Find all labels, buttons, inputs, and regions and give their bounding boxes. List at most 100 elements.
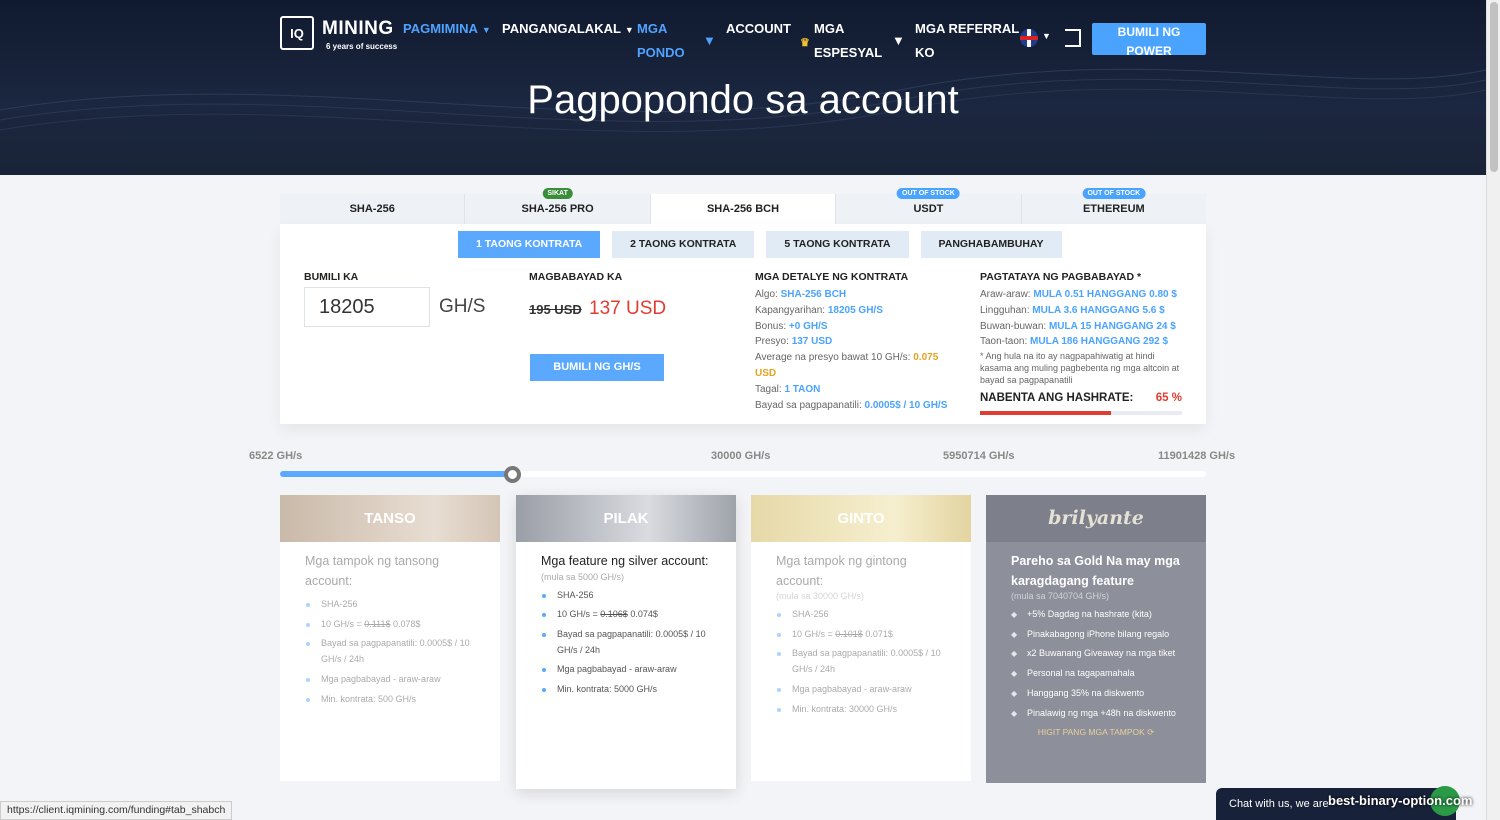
tab-sha256-bch[interactable]: SHA-256 BCH <box>650 194 837 224</box>
buy-power-button[interactable]: BUMILI NG POWER <box>1092 23 1206 58</box>
tab-sha256-pro[interactable]: SIKAT SHA-256 PRO <box>465 188 651 224</box>
sold-percent: 65 % <box>1155 392 1182 404</box>
list-item: Bayad sa pagpapanatili: 0.0005$ / 10 GH/… <box>305 636 475 667</box>
list-item: x2 Buwanang Giveaway na mga tiket <box>1011 646 1181 662</box>
brilliant-card-sub: (mula sa 7040704 GH/s) <box>1011 591 1110 601</box>
tab-1-year-contract[interactable]: 1 TAONG KONTRATA <box>458 231 601 258</box>
list-item: Mga pagbabayad - araw-araw <box>776 682 946 698</box>
nav-funds-label-1: MGA <box>637 21 668 36</box>
buy-hashrate-button[interactable]: BUMILI NG GH/S <box>530 354 664 381</box>
list-item: Bayad sa pagpapanatili: 0.0005$ / 10 GH/… <box>541 627 711 658</box>
list-item: Hanggang 35% na diskwento <box>1011 686 1181 702</box>
status-url: https://client.iqmining.com/funding#tab_… <box>0 801 233 820</box>
list-item: SHA-256 <box>305 597 475 613</box>
rate-old: 0.101$ <box>835 628 863 639</box>
chevron-down-icon: ▼ <box>624 25 634 35</box>
scrollbar[interactable] <box>1486 0 1500 820</box>
detail-label: Bonus: <box>755 320 787 332</box>
rate-old: 0.111$ <box>364 618 391 629</box>
estimate-label: Araw-araw: <box>980 289 1031 300</box>
list-item: Min. kontrata: 5000 GH/s <box>541 682 711 698</box>
tab-2-year-contract[interactable]: 2 TAONG KONTRATA <box>612 231 755 258</box>
list-item: SHA-256 <box>776 607 946 623</box>
brilliant-feature-list: +5% Dagdag na hashrate (kita) Pinakabago… <box>986 601 1206 721</box>
estimate-label: Buwan-buwan: <box>980 320 1047 332</box>
bronze-card-title: Mga tampok ng tansong account: <box>305 554 440 588</box>
rate-new: 0.071$ <box>862 628 893 639</box>
rate-prefix: 10 GH/s = <box>792 628 836 639</box>
estimate-value: MULA 0.51 HANGGANG 0.80 $ <box>1033 289 1177 300</box>
detail-label: Presyo: <box>755 336 789 348</box>
nav-trading[interactable]: PANGANGALAKAL ▼ <box>502 17 634 42</box>
gold-card-header: GINTO <box>751 495 971 542</box>
logo[interactable]: IQ MINING 6 years of success <box>280 16 410 56</box>
nav-account[interactable]: ACCOUNT <box>726 17 791 41</box>
detail-label: Kapangyarihan: <box>755 304 826 316</box>
slider-tick: 5950714 GH/s <box>943 450 1015 462</box>
slider-handle[interactable] <box>503 466 521 483</box>
scrollbar-thumb[interactable] <box>1490 2 1498 172</box>
logo-brand: MINING <box>322 18 394 39</box>
estimate-note: * Ang hula na ito ay nagpapahiwatig at h… <box>980 351 1180 386</box>
rate-prefix: 10 GH/s = <box>321 618 365 629</box>
list-item: 10 GH/s = 0.106$ 0.074$ <box>541 607 711 623</box>
list-item: Min. kontrata: 30000 GH/s <box>776 702 946 718</box>
chevron-down-icon: ▼ <box>703 33 716 48</box>
list-item: Pinakabagong iPhone bilang regalo <box>1011 627 1181 643</box>
tab-label: SHA-256 BCH <box>706 203 780 215</box>
tab-5-year-contract[interactable]: 5 TAONG KONTRATA <box>766 231 909 258</box>
tab-usdt[interactable]: OUT OF STOCK USDT <box>836 188 1022 224</box>
tab-label: SHA-256 PRO <box>521 203 594 215</box>
sold-progress-fill <box>980 411 1112 415</box>
gold-card-sub: (mula sa 30000 GH/s) <box>776 591 865 601</box>
list-item: Min. kontrata: 500 GH/s <box>305 692 475 708</box>
out-of-stock-badge: OUT OF STOCK <box>1082 188 1146 199</box>
uk-flag-icon[interactable] <box>1020 29 1038 47</box>
nav-specials-label-2: ESPESYAL <box>814 45 883 60</box>
brilliant-card: brilyante Pareho sa Gold Na may mga kara… <box>986 495 1206 783</box>
estimate-value: MULA 15 HANGGANG 24 $ <box>1048 320 1176 332</box>
bronze-card: TANSO Mga tampok ng tansong account: SHA… <box>280 495 500 781</box>
payout-estimate-heading: PAGTATAYA NG PAGBABAYAD * <box>980 271 1142 283</box>
estimate-value: MULA 3.6 HANGGANG 5.6 $ <box>1032 304 1165 316</box>
tab-ethereum[interactable]: OUT OF STOCK ETHEREUM <box>1021 188 1207 224</box>
rate-new: 0.074$ <box>627 609 658 620</box>
estimate-value: MULA 186 HANGGANG 292 $ <box>1030 336 1169 348</box>
list-item: Pinalawig ng mga +48h na diskwento <box>1011 706 1181 722</box>
nav-specials[interactable]: MGA ESPESYAL <box>814 17 882 65</box>
hashrate-slider[interactable] <box>280 471 1206 477</box>
nav-mining[interactable]: PAGMIMINA ▼ <box>403 17 491 42</box>
nav-referrals-label-1: MGA REFERRAL <box>915 21 1020 36</box>
sold-progress-bar <box>980 411 1182 415</box>
contract-details-heading: MGA DETALYE NG KONTRATA <box>755 271 909 283</box>
list-item: +5% Dagdag na hashrate (kita) <box>1011 607 1181 623</box>
rate-prefix: 10 GH/s = <box>557 609 601 620</box>
tab-sha256[interactable]: SHA-256 <box>280 194 466 224</box>
gold-card-title: Mga tampok ng gintong account: <box>776 554 907 588</box>
more-features-link[interactable]: HIGIT PANG MGA TAMPOK ⟳ <box>986 725 1206 738</box>
bronze-feature-list: SHA-256 10 GH/s = 0.111$ 0.078$ Bayad sa… <box>280 591 500 707</box>
nav-referrals[interactable]: MGA REFERRAL KO <box>915 17 1019 65</box>
list-item: Bayad sa pagpapanatili: 0.0005$ / 10 GH/… <box>776 646 946 677</box>
buy-heading: BUMILI KA <box>304 271 359 283</box>
list-item: Personal na tagapamahala <box>1011 666 1181 682</box>
list-item: Mga pagbabayad - araw-araw <box>305 672 475 688</box>
tab-label: USDT <box>913 203 944 215</box>
gold-feature-list: SHA-256 10 GH/s = 0.101$ 0.071$ Bayad sa… <box>751 601 971 717</box>
estimate-label: Lingguhan: <box>980 304 1030 316</box>
detail-value: SHA-256 BCH <box>780 289 847 300</box>
tab-lifetime-contract[interactable]: PANGHABAMBUHAY <box>920 231 1062 258</box>
algorithm-tabs: SHA-256 SIKAT SHA-256 PRO SHA-256 BCH OU… <box>280 188 1207 224</box>
slider-fill <box>280 471 512 477</box>
hashrate-amount-input[interactable]: 18205 <box>304 287 430 327</box>
slider-tick: 6522 GH/s <box>249 450 303 462</box>
logout-icon[interactable] <box>1065 29 1081 47</box>
slider-tick: 30000 GH/s <box>711 450 771 462</box>
nav-funds[interactable]: MGA PONDO <box>637 17 685 65</box>
detail-value: 0.0005$ / 10 GH/S <box>864 399 948 411</box>
contract-tabs: 1 TAONG KONTRATA 2 TAONG KONTRATA 5 TAON… <box>458 231 1062 258</box>
buy-power-button-label-2: POWER <box>1126 44 1172 58</box>
list-item: 10 GH/s = 0.101$ 0.071$ <box>776 627 946 643</box>
detail-value: +0 GH/S <box>788 320 828 332</box>
chevron-down-icon: ▼ <box>481 25 491 35</box>
